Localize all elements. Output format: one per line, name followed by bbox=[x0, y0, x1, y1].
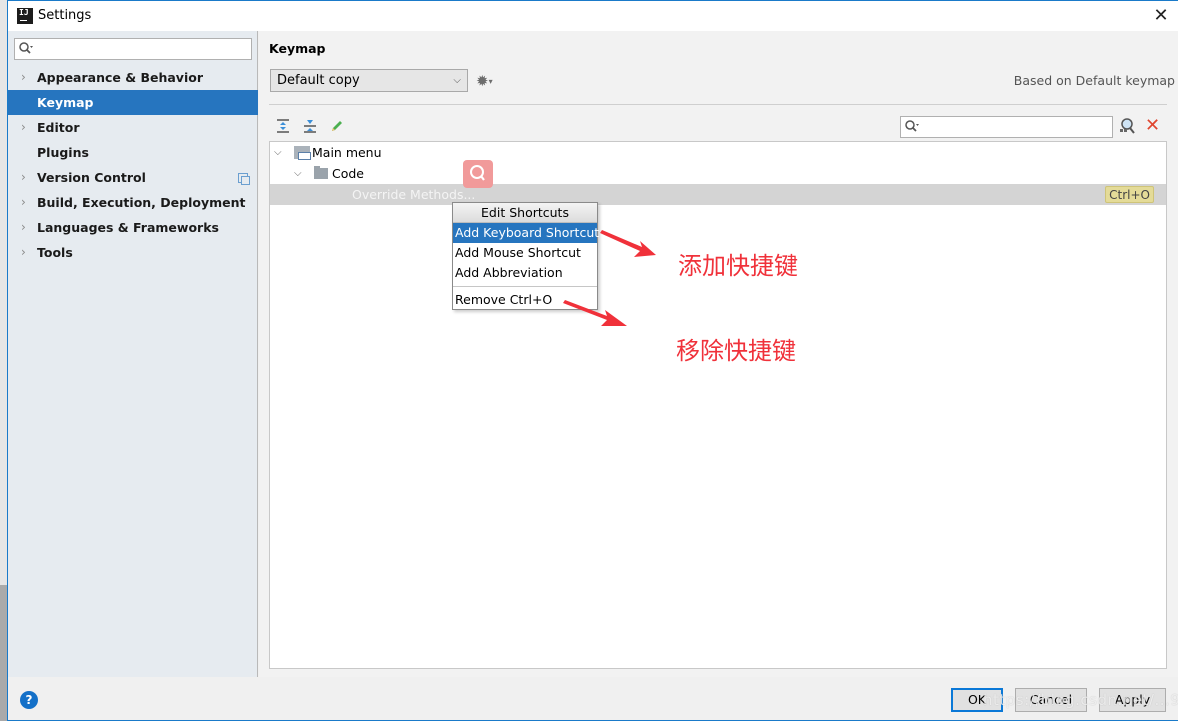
sidebar-item-build-execution-deployment[interactable]: › Build, Execution, Deployment bbox=[8, 190, 258, 215]
search-icon bbox=[19, 42, 33, 54]
chevron-right-icon: › bbox=[21, 170, 26, 184]
menu-item-add-abbreviation[interactable]: Add Abbreviation bbox=[453, 263, 597, 283]
background-window-edge bbox=[0, 0, 7, 721]
sidebar-item-label: Build, Execution, Deployment bbox=[37, 195, 246, 210]
shortcut-badge: Ctrl+O bbox=[1105, 186, 1154, 203]
intellij-logo-icon: IJ bbox=[17, 8, 33, 24]
search-icon bbox=[905, 120, 919, 132]
clear-filter-icon[interactable]: ✕ bbox=[1145, 115, 1160, 136]
sidebar-item-label: Version Control bbox=[37, 170, 146, 185]
menu-item-add-mouse-shortcut[interactable]: Add Mouse Shortcut bbox=[453, 243, 597, 263]
sidebar-item-label: Plugins bbox=[37, 145, 89, 160]
window-title: Settings bbox=[38, 8, 92, 23]
search-icon bbox=[470, 165, 485, 181]
dropdown-caret-icon: ▾ bbox=[488, 77, 493, 86]
edit-shortcuts-context-menu: Edit Shortcuts Add Keyboard Shortcut Add… bbox=[452, 202, 599, 310]
tree-row-label: Code bbox=[332, 166, 365, 181]
settings-search-input[interactable] bbox=[14, 38, 252, 60]
sidebar-item-label: Appearance & Behavior bbox=[37, 70, 203, 85]
menu-item-add-keyboard-shortcut[interactable]: Add Keyboard Shortcut bbox=[453, 223, 599, 243]
sidebar-item-tools[interactable]: › Tools bbox=[8, 240, 258, 265]
sidebar-item-label: Tools bbox=[37, 245, 73, 260]
sidebar-item-label: Keymap bbox=[37, 95, 94, 110]
sidebar-item-label: Editor bbox=[37, 120, 80, 135]
annotation-remove-shortcut: 移除快捷键 bbox=[676, 337, 796, 365]
chevron-down-icon[interactable]: ⌵ bbox=[294, 163, 302, 184]
page-title: Keymap bbox=[269, 41, 326, 56]
annotation-arrow-icon bbox=[563, 300, 627, 326]
menu-separator bbox=[453, 286, 597, 287]
expand-all-icon[interactable] bbox=[275, 118, 291, 134]
collapse-all-icon[interactable] bbox=[302, 118, 318, 134]
chevron-right-icon: › bbox=[21, 120, 26, 134]
main-menu-icon bbox=[294, 146, 311, 160]
sidebar-item-plugins[interactable]: Plugins bbox=[8, 140, 258, 165]
keymap-select-value: Default copy bbox=[277, 73, 360, 88]
divider bbox=[269, 104, 1167, 105]
annotation-add-shortcut: 添加快捷键 bbox=[678, 252, 798, 280]
tree-row-label: Main menu bbox=[312, 145, 382, 160]
settings-dialog: IJ Settings ✕ › Appearance & Behavior Key… bbox=[7, 0, 1178, 721]
keymap-action-tree: ⌵ Main menu ⌵ Code Override Methods... C… bbox=[269, 141, 1167, 669]
chevron-down-icon[interactable]: ⌵ bbox=[274, 142, 282, 163]
sidebar-item-appearance-behavior[interactable]: › Appearance & Behavior bbox=[8, 65, 258, 90]
floating-search-button[interactable] bbox=[463, 160, 493, 188]
background-window-fragment bbox=[0, 585, 7, 721]
sidebar-item-keymap[interactable]: Keymap bbox=[8, 90, 258, 115]
cancel-button[interactable]: Cancel bbox=[1015, 688, 1087, 712]
settings-nav: › Appearance & Behavior Keymap › Editor Pl… bbox=[8, 65, 258, 265]
shortcut-filter-input[interactable] bbox=[900, 116, 1113, 138]
sidebar-item-label: Languages & Frameworks bbox=[37, 220, 219, 235]
chevron-right-icon: › bbox=[21, 220, 26, 234]
project-level-icon bbox=[238, 173, 250, 185]
chevron-down-icon: ⌵ bbox=[453, 75, 461, 86]
sidebar-item-version-control[interactable]: › Version Control bbox=[8, 165, 258, 190]
chevron-right-icon: › bbox=[21, 70, 26, 84]
help-button[interactable]: ? bbox=[20, 691, 38, 709]
gear-menu-button[interactable]: ✹▾ bbox=[476, 72, 493, 90]
find-by-shortcut-icon[interactable] bbox=[1118, 117, 1136, 135]
keymap-select[interactable]: Default copy ⌵ bbox=[270, 69, 468, 92]
folder-icon bbox=[314, 166, 328, 179]
chevron-right-icon: › bbox=[21, 195, 26, 209]
based-on-label: Based on Default keymap bbox=[1013, 73, 1175, 88]
title-bar: IJ Settings ✕ bbox=[8, 1, 1178, 31]
tree-row-main-menu[interactable]: ⌵ Main menu bbox=[270, 142, 1166, 163]
gear-icon: ✹ bbox=[476, 72, 489, 90]
annotation-arrow-icon bbox=[600, 230, 656, 257]
menu-header: Edit Shortcuts bbox=[453, 203, 597, 223]
tree-row-code[interactable]: ⌵ Code bbox=[270, 163, 1166, 184]
tree-row-override-methods[interactable]: Override Methods... Ctrl+O bbox=[270, 184, 1166, 205]
edit-pencil-icon[interactable] bbox=[329, 118, 345, 134]
ok-button[interactable]: OK bbox=[951, 688, 1003, 712]
chevron-right-icon: › bbox=[21, 245, 26, 259]
settings-sidebar: › Appearance & Behavior Keymap › Editor Pl… bbox=[8, 31, 258, 677]
apply-button[interactable]: Apply bbox=[1099, 688, 1166, 712]
sidebar-item-editor[interactable]: › Editor bbox=[8, 115, 258, 140]
sidebar-item-languages-frameworks[interactable]: › Languages & Frameworks bbox=[8, 215, 258, 240]
close-button[interactable]: ✕ bbox=[1150, 5, 1172, 27]
